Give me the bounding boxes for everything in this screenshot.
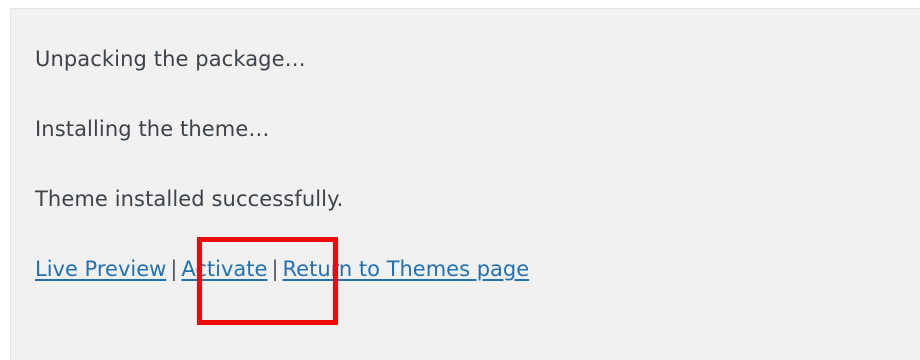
status-installing: Installing the theme… — [35, 117, 270, 141]
status-unpacking: Unpacking the package… — [35, 47, 306, 71]
live-preview-link[interactable]: Live Preview — [35, 257, 166, 281]
status-success: Theme installed successfully. — [35, 187, 344, 211]
separator: | — [271, 257, 279, 281]
theme-actions: Live Preview | Activate | Return to Themes p… — [35, 257, 529, 281]
install-log-panel: Unpacking the package… Installing the th… — [10, 8, 920, 360]
return-to-themes-link[interactable]: Return to Themes page — [283, 257, 530, 281]
activate-link[interactable]: Activate — [181, 257, 267, 281]
separator: | — [170, 257, 178, 281]
